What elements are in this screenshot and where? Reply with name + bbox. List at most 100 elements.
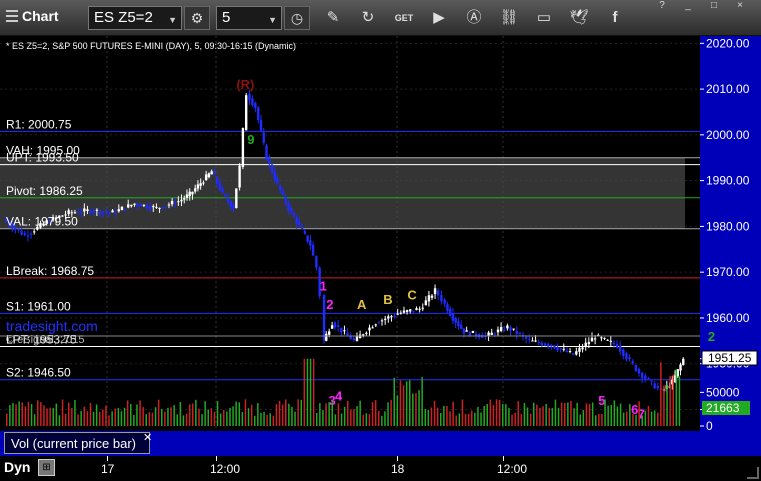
grip-icon[interactable] <box>6 10 18 24</box>
annotation-label: B <box>383 292 392 307</box>
volume-tick-label: 50000 <box>706 385 740 399</box>
price-bar <box>315 256 318 268</box>
price-bar <box>95 209 99 211</box>
price-bar <box>440 295 443 302</box>
volume-bar <box>529 413 532 426</box>
level-label: R1: 2000.75 <box>6 117 72 131</box>
volume-bar <box>564 402 566 426</box>
price-tick-label: 2000.00 <box>706 128 750 142</box>
volume-bar <box>502 404 504 426</box>
volume-bar <box>58 415 61 426</box>
price-bar <box>543 343 547 346</box>
volume-bar <box>585 403 588 426</box>
help-button[interactable]: ? <box>652 0 672 12</box>
volume-bar <box>86 411 89 426</box>
clock-icon[interactable]: ◷ <box>284 6 310 30</box>
price-bar <box>556 346 559 351</box>
volume-bar <box>598 413 600 426</box>
price-bar <box>418 308 421 310</box>
chevron-down-icon[interactable]: ▼ <box>268 15 277 25</box>
price-bar <box>188 191 191 197</box>
price-bar <box>509 327 512 331</box>
volume-bar <box>99 411 101 426</box>
settings-icon[interactable]: ⚙ <box>184 6 210 30</box>
price-bar <box>593 338 597 340</box>
interval-input[interactable]: 5 ▼ <box>216 6 282 30</box>
price-bar <box>161 207 164 209</box>
minimize-button[interactable]: _ <box>678 0 698 12</box>
volume-bar <box>557 407 560 426</box>
annotation-label: A <box>357 297 367 312</box>
price-bar <box>70 212 74 214</box>
price-bar <box>133 203 136 205</box>
volume-bar <box>173 405 175 426</box>
time-tick-mark <box>397 456 398 461</box>
volume-bar <box>167 407 169 426</box>
volume-bar <box>223 410 225 426</box>
volume-bar <box>24 406 27 426</box>
twitter-icon[interactable]: 🕊 <box>568 8 590 28</box>
volume-bar <box>573 408 575 426</box>
volume-bar <box>405 381 408 426</box>
pencil-icon[interactable]: ✎ <box>322 8 344 28</box>
volume-bar <box>275 404 278 426</box>
alert-icon[interactable]: Ⓐ <box>463 8 485 28</box>
volume-bar <box>139 400 141 426</box>
symbol-value: ES Z5=2 <box>94 9 153 26</box>
volume-bar <box>647 405 650 426</box>
volume-bar <box>514 412 516 426</box>
get-icon[interactable]: GET <box>393 8 415 28</box>
maximize-button[interactable]: □ <box>704 0 724 12</box>
price-bar <box>584 342 587 347</box>
volume-bar <box>440 413 442 426</box>
price-bar <box>436 290 440 296</box>
volume-bar <box>368 414 371 426</box>
volume-bar <box>80 411 82 426</box>
price-bar <box>424 300 428 306</box>
link-icon[interactable]: ⛓ <box>498 8 520 28</box>
volume-bar <box>182 415 185 426</box>
price-chart[interactable]: (R)123 4 56 7A B C92 R1: 2000.75VAH: 1995.00U… <box>0 36 761 481</box>
price-tick-label: 1980.00 <box>706 219 750 233</box>
price-bar <box>309 240 312 246</box>
volume-bar <box>483 405 485 426</box>
dynamic-mode-label[interactable]: Dyn <box>4 459 30 475</box>
facebook-icon[interactable]: f <box>604 8 626 28</box>
volume-bar <box>238 402 240 426</box>
volume-bar <box>390 399 392 426</box>
price-bar <box>609 340 612 342</box>
volume-study-label[interactable]: Vol (current price bar) <box>4 432 150 454</box>
volume-bar <box>55 403 58 426</box>
price-bar <box>207 173 211 178</box>
volume-bar <box>421 376 423 426</box>
close-button[interactable]: × <box>730 0 750 12</box>
price-bar <box>204 174 208 181</box>
symbol-input[interactable]: ES Z5=2 ▼ <box>88 6 182 30</box>
volume-bar <box>415 392 417 426</box>
chevron-down-icon[interactable]: ▼ <box>168 15 177 25</box>
volume-bar <box>505 404 507 426</box>
play-icon[interactable]: ▶ <box>428 8 450 28</box>
price-tick-label: 2010.00 <box>706 82 750 96</box>
price-bar <box>287 202 290 211</box>
refresh-icon[interactable]: ↻ <box>357 8 379 28</box>
volume-bar <box>570 400 572 426</box>
price-bar <box>101 211 105 213</box>
price-bar <box>80 211 83 213</box>
price-bar <box>433 288 437 295</box>
price-bar <box>248 93 251 101</box>
chat-icon[interactable]: ▭ <box>533 8 555 28</box>
dynamic-mode-icon[interactable]: ⊞ <box>38 459 55 476</box>
volume-bar <box>381 415 383 426</box>
resize-handle-icon[interactable] <box>747 467 759 479</box>
volume-bar <box>626 411 628 426</box>
volume-bar <box>95 404 98 426</box>
volume-bar <box>663 385 665 426</box>
price-bar <box>454 317 457 323</box>
price-bar <box>276 178 279 184</box>
price-bar <box>202 182 205 184</box>
volume-bar <box>126 400 129 426</box>
close-study-icon[interactable]: ✕ <box>143 431 152 444</box>
volume-bar <box>235 401 237 426</box>
volume-bar <box>672 374 674 426</box>
